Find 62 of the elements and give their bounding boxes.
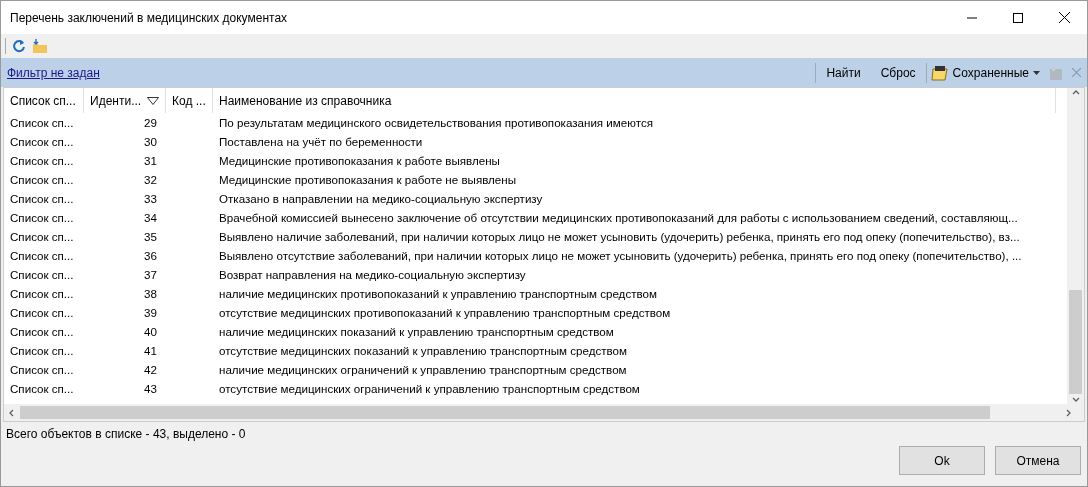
table-cell-text: 35 — [143, 230, 158, 243]
scrollbar-thumb[interactable] — [1069, 290, 1082, 394]
table-cell-text: Список сп... — [9, 268, 75, 281]
table-cell-text: Список сп... — [9, 154, 75, 167]
scrollbar-thumb[interactable] — [20, 406, 990, 419]
table-cell-text: Список сп... — [9, 325, 75, 338]
table-cell-text: 29 — [143, 116, 158, 129]
table-cell-text: Список сп... — [9, 192, 75, 205]
table-cell-text: Медицинские противопоказания к работе выявлены — [218, 154, 501, 167]
table-cell-text: 33 — [143, 192, 158, 205]
table-cell-text: По результатам медицинского освидетельствования противопоказания имеются — [218, 116, 654, 129]
table-cell-text: 38 — [143, 287, 158, 300]
table-cell-text: 32 — [143, 173, 158, 186]
table-cell-text: Выявлено отсутствие заболеваний, при наличии которых лицо не может усыновить (удочерить) ребенка, принять его под опеку (попечительство), ... — [218, 249, 1023, 262]
calendar-icon[interactable] — [930, 64, 949, 81]
table-cell-text: Список сп... — [9, 211, 75, 224]
filter-button[interactable]: Сброс — [870, 60, 926, 85]
table-cell-text: 31 — [143, 154, 158, 167]
table-cell-text: Список сп... — [9, 116, 75, 129]
sort-icon — [147, 96, 159, 105]
table-cell-text: наличие медицинских ограничений к управлению транспортным средством — [218, 363, 628, 376]
filter-link[interactable]: Фильтр не задан — [7, 65, 816, 80]
table-cell-text: Список сп... — [9, 382, 75, 395]
table-cell-text: 41 — [143, 344, 158, 357]
table-cell-text: 30 — [143, 135, 158, 148]
table-cell-text: 43 — [143, 382, 158, 395]
maximize-icon — [1013, 12, 1023, 23]
table-cell-text: отсутствие медицинских показаний к управлению транспортным средством — [218, 344, 629, 357]
table-cell-text: 34 — [143, 211, 158, 224]
table-cell-text: отсутствие медицинских противопоказаний к управлению транспортным средством — [218, 306, 672, 319]
table-cell-text: 39 — [143, 306, 158, 319]
table-cell-text: Список сп... — [9, 363, 75, 376]
table-cell-text: Список сп... — [9, 173, 75, 186]
status-text: Всего объектов в списке - 43, выделено - 0 — [6, 427, 246, 441]
table-cell-text: Возврат направления на медико-социальную экспертизу — [218, 268, 527, 281]
window-title: Перечень заключений в медицинских документах — [10, 10, 289, 25]
table-cell-text: Поставлена на учёт по беременности — [218, 135, 424, 148]
table-cell-text: 40 — [143, 325, 158, 338]
table-cell-text: наличие медицинских показаний к управлению транспортным средством — [218, 325, 615, 338]
table-cell-text: Список сп... — [9, 306, 75, 319]
dialog-button[interactable]: Отмена — [995, 446, 1081, 475]
table-cell-text: 36 — [143, 249, 158, 262]
dialog-button[interactable]: Ok — [899, 446, 985, 475]
table-cell-text: Список сп... — [9, 249, 75, 262]
table-cell-text: Врачебной комиссией вынесено заключение об отсутствии медицинских противопоказаний для работы с использованием сведений, составляющ... — [218, 211, 1019, 224]
filter-button[interactable]: Найти — [816, 60, 871, 85]
table-cell-text: Отказано в направлении на медико-социальную экспертизу — [218, 192, 544, 205]
table-cell-text: Список сп... — [9, 230, 75, 243]
table-cell-text: Список сп... — [9, 135, 75, 148]
caret-icon — [1033, 70, 1040, 75]
close-icon — [1058, 12, 1070, 23]
table-cell-text: 37 — [143, 268, 158, 281]
table-cell-text: отсутствие медицинских ограничений к управлению транспортным средством — [218, 382, 641, 395]
table-cell-text: Список сп... — [9, 287, 75, 300]
saved-filters-dropdown[interactable]: Сохраненные — [948, 60, 1044, 85]
refresh-icon[interactable] — [12, 39, 26, 53]
folder-icon[interactable] — [32, 39, 48, 53]
table-cell-text: 42 — [143, 363, 158, 376]
table-cell-text: Выявлено наличие заболеваний, при наличии которых лицо не может усыновить (удочерить) ребенка, принять его под опеку (попечительство), вз... — [218, 230, 1021, 243]
table-cell-text: Медицинские противопоказания к работе не выявлены — [218, 173, 517, 186]
table-cell-text: наличие медицинских противопоказаний к управлению транспортным средством — [218, 287, 658, 300]
table-cell-text: Список сп... — [9, 344, 75, 357]
